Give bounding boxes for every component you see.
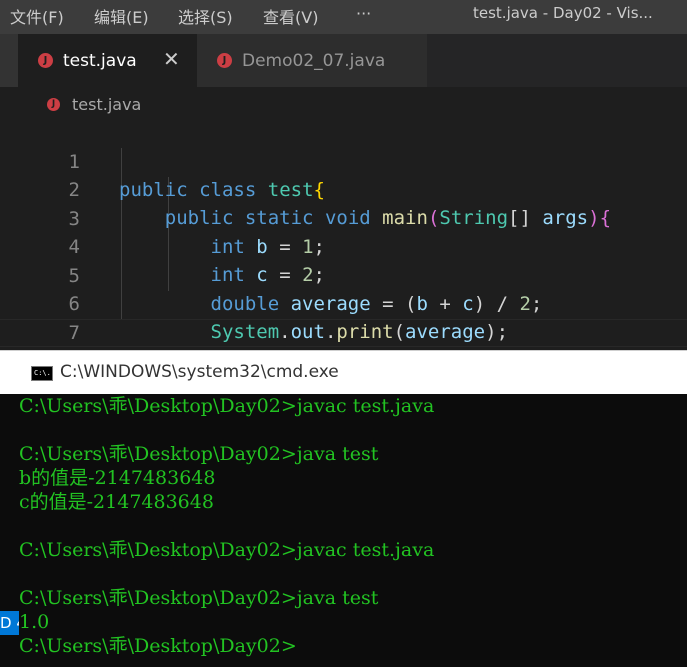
cmd-line: C:\Users\乖\Desktop\Day02>java test (19, 587, 379, 609)
cmd-line: C:\Users\乖\Desktop\Day02>javac test.java (19, 539, 435, 561)
menu-bar: 文件(F) 编辑(E) 选择(S) 查看(V) ··· test.java - … (0, 0, 687, 34)
cmd-line: C:\Users\乖\Desktop\Day02>java test (19, 443, 379, 465)
tab-bar: J test.java ✕ J Demo02_07.java (0, 34, 687, 87)
menu-file[interactable]: 文件(F) (10, 4, 64, 28)
cmd-title-bar[interactable]: C:\. C:\WINDOWS\system32\cmd.exe (0, 350, 687, 394)
cmd-title: C:\WINDOWS\system32\cmd.exe (60, 362, 339, 382)
breadcrumb-file[interactable]: test.java (72, 95, 141, 114)
breadcrumb[interactable]: J test.java (0, 87, 687, 121)
menu-view[interactable]: 查看(V) (263, 4, 318, 28)
cmd-line (19, 514, 687, 538)
code-line: 5 double average = (b + c) / 2; (0, 234, 687, 315)
java-file-icon: J (47, 97, 60, 111)
cmd-output[interactable]: C:\Users\乖\Desktop\Day02>javac test.java… (19, 394, 687, 667)
code-line: 2 public static void main(String[] args)… (0, 148, 687, 229)
cmd-window[interactable]: C:\. C:\WINDOWS\system32\cmd.exe C:\User… (0, 350, 687, 667)
cmd-line: c的值是-2147483648 (19, 491, 214, 513)
java-file-icon: J (38, 53, 53, 68)
menu-edit[interactable]: 编辑(E) (94, 4, 149, 28)
code-line-current: 8 } (0, 319, 687, 402)
cmd-line: 1.0 (19, 611, 50, 633)
menu-selection[interactable]: 选择(S) (178, 4, 233, 28)
cmd-icon: C:\. (31, 366, 53, 381)
activity-bar-edge (0, 34, 18, 87)
cmd-line: C:\Users\乖\Desktop\Day02>javac test.java (19, 395, 435, 417)
code-line: 6 System.out.print(average); (0, 262, 687, 343)
menu-more[interactable]: ··· (356, 4, 371, 23)
cmd-line (19, 562, 687, 586)
code-line: 1 public class test{ (0, 120, 687, 201)
cmd-prompt[interactable]: C:\Users\乖\Desktop\Day02> (19, 634, 687, 658)
cmd-line (19, 418, 687, 442)
tab-test-java[interactable]: J test.java ✕ (18, 34, 197, 87)
window-title: test.java - Day02 - Vis... (473, 4, 653, 22)
java-file-icon: J (217, 53, 232, 68)
close-icon[interactable]: ✕ (163, 47, 180, 71)
tab-label: Demo02_07.java (242, 50, 386, 71)
code-line: 3 int b = 1; (0, 177, 687, 258)
code-line: 7 } (0, 291, 687, 372)
status-bar-fragment: D 4 (0, 611, 19, 635)
tab-label: test.java (63, 50, 137, 71)
code-line: 4 int c = 2; (0, 205, 687, 286)
tab-demo02-07-java[interactable]: J Demo02_07.java (197, 34, 427, 87)
cmd-line: b的值是-2147483648 (19, 467, 216, 489)
